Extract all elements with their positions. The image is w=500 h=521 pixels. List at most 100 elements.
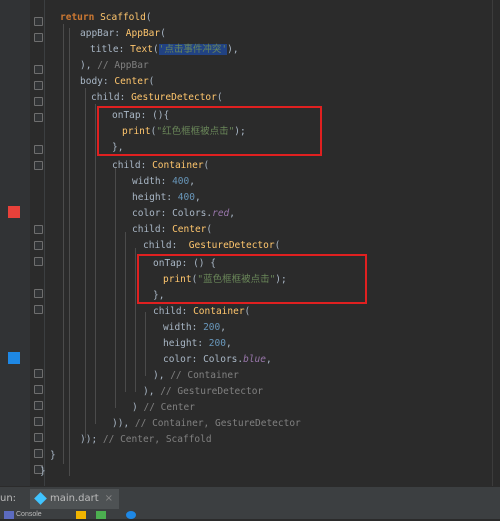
code-line: ) // Center xyxy=(132,400,195,416)
property: title: xyxy=(90,44,125,55)
code-editor[interactable]: return Scaffold( appBar: AppBar( title: … xyxy=(40,0,500,486)
comment: // GestureDetector xyxy=(160,386,264,397)
fold-marker[interactable] xyxy=(34,449,43,458)
code-line: width: 400, xyxy=(132,174,195,190)
right-margin-guide xyxy=(492,0,493,486)
code-line: body: Center( xyxy=(80,74,154,90)
constant: blue xyxy=(243,354,266,365)
property: body: xyxy=(80,76,109,87)
code-line: return Scaffold( xyxy=(60,10,152,26)
punct: , xyxy=(225,338,232,349)
code-line: child: GestureDetector( xyxy=(91,90,223,106)
punct: ( xyxy=(203,160,210,171)
fold-marker[interactable] xyxy=(34,33,43,42)
indent-guide xyxy=(125,232,126,392)
fold-marker[interactable] xyxy=(34,241,43,250)
property: width: xyxy=(163,322,198,333)
punct: } xyxy=(40,466,46,477)
class-name: Colors. xyxy=(203,354,244,365)
fold-marker[interactable] xyxy=(34,97,43,106)
code-line: } xyxy=(50,448,56,464)
property: height: xyxy=(132,192,173,203)
property: color: xyxy=(163,354,198,365)
code-line: } xyxy=(40,464,46,480)
fold-marker[interactable] xyxy=(34,17,43,26)
fold-marker[interactable] xyxy=(34,289,43,298)
fold-marker[interactable] xyxy=(34,65,43,74)
punct: ( xyxy=(274,240,281,251)
keyword: return xyxy=(60,12,95,23)
code-line: ), // Container xyxy=(153,368,239,384)
code-line: color: Colors.blue, xyxy=(163,352,272,368)
fold-marker[interactable] xyxy=(34,145,43,154)
comment: // Container, GestureDetector xyxy=(134,418,301,429)
constant: red xyxy=(212,208,230,219)
code-line: height: 400, xyxy=(132,190,201,206)
property: height: xyxy=(163,338,204,349)
property: child: xyxy=(132,224,167,235)
indent-guide xyxy=(135,248,136,392)
close-icon[interactable]: × xyxy=(105,493,113,504)
fold-marker[interactable] xyxy=(34,225,43,234)
indent-guide xyxy=(63,24,64,464)
blue-color-swatch xyxy=(8,352,20,364)
fold-marker[interactable] xyxy=(34,385,43,394)
punct: , xyxy=(220,322,226,333)
property: appBar: xyxy=(80,28,121,39)
punct: ( xyxy=(148,76,155,87)
punct: , xyxy=(194,192,201,203)
number: 400 xyxy=(177,192,195,203)
class-name: Colors. xyxy=(172,208,213,219)
property: child: xyxy=(153,306,188,317)
code-line: child: Center( xyxy=(132,222,212,238)
tab-label: main.dart xyxy=(50,493,99,504)
punct: ( xyxy=(160,28,166,39)
code-line: appBar: AppBar( xyxy=(80,26,166,42)
indent-guide xyxy=(85,88,86,438)
class-name: Container xyxy=(193,306,245,317)
comment: // Center, Scaffold xyxy=(102,434,212,445)
class-name: Center xyxy=(114,76,149,87)
punct: ), xyxy=(80,60,92,71)
number: 400 xyxy=(172,176,190,187)
punct: ( xyxy=(206,224,213,235)
indent-guide xyxy=(69,28,70,476)
code-line: ), // GestureDetector xyxy=(143,384,263,400)
selected-string[interactable]: '点击事件冲突' xyxy=(158,44,228,55)
dart-icon xyxy=(34,491,47,505)
fold-marker[interactable] xyxy=(34,81,43,90)
fold-marker[interactable] xyxy=(34,369,43,378)
punct: ( xyxy=(152,44,159,55)
code-line: child: GestureDetector( xyxy=(143,238,280,254)
punct: )); xyxy=(80,434,98,445)
red-color-swatch xyxy=(8,206,20,218)
class-name: Text xyxy=(130,44,153,55)
fold-marker[interactable] xyxy=(34,401,43,410)
punct: ( xyxy=(244,306,251,317)
fold-marker[interactable] xyxy=(34,161,43,170)
code-line: )), // Container, GestureDetector xyxy=(112,416,301,432)
indent-guide xyxy=(95,104,96,424)
fold-marker[interactable] xyxy=(34,417,43,426)
class-name: Container xyxy=(152,160,204,171)
comment: // Center xyxy=(143,402,195,413)
fold-marker[interactable] xyxy=(34,257,43,266)
code-line: child: Container( xyxy=(153,304,250,320)
code-line: color: Colors.red, xyxy=(132,206,235,222)
code-line: child: Container( xyxy=(112,158,209,174)
fold-marker[interactable] xyxy=(34,433,43,442)
number: 200 xyxy=(203,322,221,333)
punct: , xyxy=(189,176,195,187)
fold-marker[interactable] xyxy=(34,113,43,122)
indent-guide xyxy=(115,168,116,408)
class-name: GestureDetector xyxy=(188,240,275,251)
red-highlight-box xyxy=(97,106,322,156)
red-highlight-box xyxy=(137,254,367,304)
punct: ), xyxy=(143,386,155,397)
code-line: title: Text('点击事件冲突'), xyxy=(90,42,239,58)
run-toolbar: Console xyxy=(0,511,500,521)
run-label: un: xyxy=(0,493,17,504)
property: child: xyxy=(112,160,147,171)
main-dart-tab[interactable]: main.dart × xyxy=(30,489,120,509)
fold-marker[interactable] xyxy=(34,305,43,314)
